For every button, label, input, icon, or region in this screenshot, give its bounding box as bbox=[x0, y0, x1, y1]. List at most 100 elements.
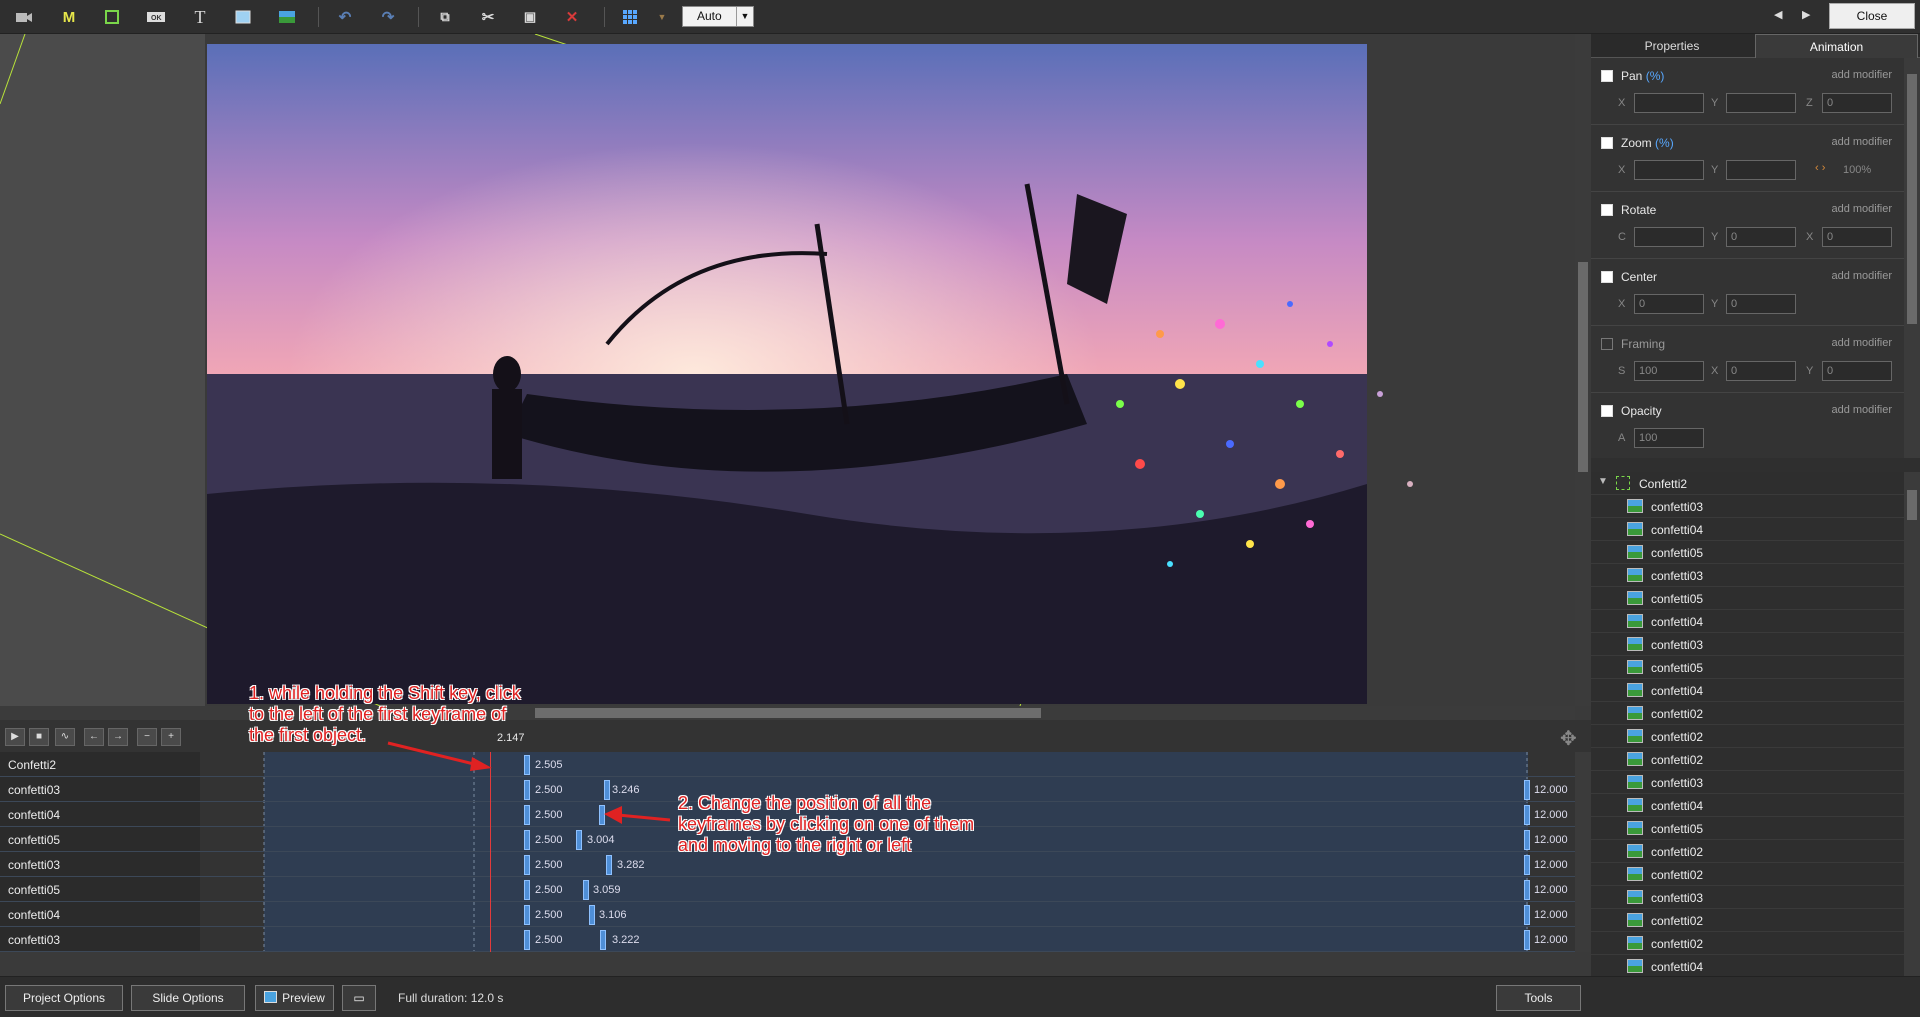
screen-icon[interactable]: ▭ bbox=[342, 985, 376, 1011]
timeline-row[interactable]: confetti03 2.500 3.222 12.000 bbox=[0, 927, 1575, 952]
keyframe[interactable] bbox=[576, 830, 582, 850]
camera-icon[interactable] bbox=[12, 6, 36, 28]
project-options-button[interactable]: Project Options bbox=[5, 985, 123, 1011]
list-item[interactable]: confetti04 bbox=[1591, 794, 1904, 817]
list-item[interactable]: confetti05 bbox=[1591, 656, 1904, 679]
btn-icon[interactable]: OK bbox=[144, 6, 168, 28]
zoom-x-field[interactable] bbox=[1634, 160, 1704, 180]
object-list-scrollbar[interactable] bbox=[1904, 472, 1920, 982]
add-modifier-link[interactable]: add modifier bbox=[1831, 404, 1892, 416]
keyframe[interactable] bbox=[524, 805, 530, 825]
keyframe[interactable] bbox=[524, 855, 530, 875]
rotate-x-field[interactable]: 0 bbox=[1822, 227, 1892, 247]
list-item[interactable]: confetti03 bbox=[1591, 495, 1904, 518]
list-item[interactable]: confetti02 bbox=[1591, 932, 1904, 955]
list-item[interactable]: confetti03 bbox=[1591, 886, 1904, 909]
zoom-in-icon[interactable]: + bbox=[161, 728, 181, 746]
list-item[interactable]: confetti04 bbox=[1591, 610, 1904, 633]
pan-x-field[interactable] bbox=[1634, 93, 1704, 113]
opacity-a-field[interactable]: 100 bbox=[1634, 428, 1704, 448]
tools-button[interactable]: Tools bbox=[1496, 985, 1581, 1011]
list-item[interactable]: confetti04 bbox=[1591, 679, 1904, 702]
paste-icon[interactable]: ▣ bbox=[518, 6, 542, 28]
preview-button[interactable]: Preview bbox=[255, 985, 334, 1011]
opacity-checkbox[interactable] bbox=[1601, 405, 1613, 417]
cut-icon[interactable]: ✂ bbox=[476, 6, 500, 28]
list-item[interactable]: confetti02 bbox=[1591, 909, 1904, 932]
keyframe[interactable] bbox=[1524, 805, 1530, 825]
slide-canvas[interactable] bbox=[0, 34, 1575, 706]
timeline-row[interactable]: confetti05 2.500 3.059 12.000 bbox=[0, 877, 1575, 902]
list-item[interactable]: confetti03 bbox=[1591, 633, 1904, 656]
tab-animation[interactable]: Animation bbox=[1755, 34, 1918, 58]
tab-properties[interactable]: Properties bbox=[1591, 34, 1753, 58]
list-item[interactable]: confetti03 bbox=[1591, 771, 1904, 794]
redo-icon[interactable]: ↷ bbox=[376, 6, 400, 28]
add-modifier-link[interactable]: add modifier bbox=[1831, 337, 1892, 349]
link-ratio-icon[interactable]: ‹ › bbox=[1815, 162, 1825, 174]
framing-checkbox[interactable] bbox=[1601, 338, 1613, 350]
dropdown-icon[interactable]: ▼ bbox=[650, 6, 674, 28]
framing-y-field[interactable]: 0 bbox=[1822, 361, 1892, 381]
list-item[interactable]: confetti05 bbox=[1591, 587, 1904, 610]
rotate-y-field[interactable]: 0 bbox=[1726, 227, 1796, 247]
frame-icon[interactable] bbox=[100, 6, 124, 28]
list-item[interactable]: confetti02 bbox=[1591, 840, 1904, 863]
rotate-checkbox[interactable] bbox=[1601, 204, 1613, 216]
m-icon[interactable]: M bbox=[57, 6, 81, 28]
play-icon[interactable]: ▶ bbox=[5, 728, 25, 746]
center-y-field[interactable]: 0 bbox=[1726, 294, 1796, 314]
collapse-icon[interactable]: ▼ bbox=[1598, 476, 1608, 487]
list-item[interactable]: ▼ Confetti2 bbox=[1591, 472, 1904, 495]
copy-icon[interactable]: ⧉ bbox=[433, 6, 457, 28]
keyframe[interactable] bbox=[583, 880, 589, 900]
keyframe[interactable] bbox=[1524, 780, 1530, 800]
framing-s-field[interactable]: 100 bbox=[1634, 361, 1704, 381]
keyframe[interactable] bbox=[1524, 830, 1530, 850]
zoom-y-field[interactable] bbox=[1726, 160, 1796, 180]
list-item[interactable]: confetti04 bbox=[1591, 518, 1904, 541]
keyframe[interactable] bbox=[524, 905, 530, 925]
playhead[interactable] bbox=[490, 752, 491, 952]
previous-slide-icon[interactable]: ◀ bbox=[1774, 8, 1782, 21]
add-modifier-link[interactable]: add modifier bbox=[1831, 203, 1892, 215]
pan-checkbox[interactable] bbox=[1601, 70, 1613, 82]
waveform-icon[interactable]: ∿ bbox=[55, 728, 75, 746]
slide-options-button[interactable]: Slide Options bbox=[131, 985, 245, 1011]
keyframe[interactable] bbox=[589, 905, 595, 925]
timeline-row[interactable]: confetti04 2.500 3.106 12.000 bbox=[0, 902, 1575, 927]
framing-x-field[interactable]: 0 bbox=[1726, 361, 1796, 381]
keyframe[interactable] bbox=[600, 930, 606, 950]
pan-z-field[interactable]: 0 bbox=[1822, 93, 1892, 113]
list-item[interactable]: confetti02 bbox=[1591, 702, 1904, 725]
keyframe[interactable] bbox=[1524, 930, 1530, 950]
keyframe[interactable] bbox=[524, 780, 530, 800]
list-item[interactable]: confetti02 bbox=[1591, 748, 1904, 771]
canvas-horizontal-scrollbar[interactable] bbox=[0, 706, 1575, 720]
undo-icon[interactable]: ↶ bbox=[333, 6, 357, 28]
arrow-right-icon[interactable]: → bbox=[108, 728, 128, 746]
keyframe[interactable] bbox=[524, 755, 530, 775]
add-modifier-link[interactable]: add modifier bbox=[1831, 270, 1892, 282]
image-icon[interactable] bbox=[275, 6, 299, 28]
list-item[interactable]: confetti03 bbox=[1591, 564, 1904, 587]
timeline-row[interactable]: Confetti2 2.505 bbox=[0, 752, 1575, 777]
close-button[interactable]: Close bbox=[1829, 3, 1915, 29]
timeline-vertical-scrollbar[interactable] bbox=[1575, 752, 1591, 952]
keyframe[interactable] bbox=[1524, 855, 1530, 875]
properties-scrollbar[interactable] bbox=[1904, 58, 1920, 458]
pan-y-field[interactable] bbox=[1726, 93, 1796, 113]
zoom-out-icon[interactable]: − bbox=[137, 728, 157, 746]
stop-icon[interactable]: ■ bbox=[29, 728, 49, 746]
text-icon[interactable]: T bbox=[188, 6, 212, 28]
keyframe[interactable] bbox=[524, 830, 530, 850]
list-item[interactable]: confetti05 bbox=[1591, 817, 1904, 840]
rectangle-icon[interactable] bbox=[231, 6, 255, 28]
list-item[interactable]: confetti05 bbox=[1591, 541, 1904, 564]
grid-icon[interactable] bbox=[618, 6, 642, 28]
keyframe[interactable] bbox=[1524, 905, 1530, 925]
arrow-left-icon[interactable]: ← bbox=[84, 728, 104, 746]
move-icon[interactable]: ✥ bbox=[1560, 726, 1577, 751]
canvas-vertical-scrollbar[interactable] bbox=[1575, 34, 1591, 706]
center-x-field[interactable]: 0 bbox=[1634, 294, 1704, 314]
